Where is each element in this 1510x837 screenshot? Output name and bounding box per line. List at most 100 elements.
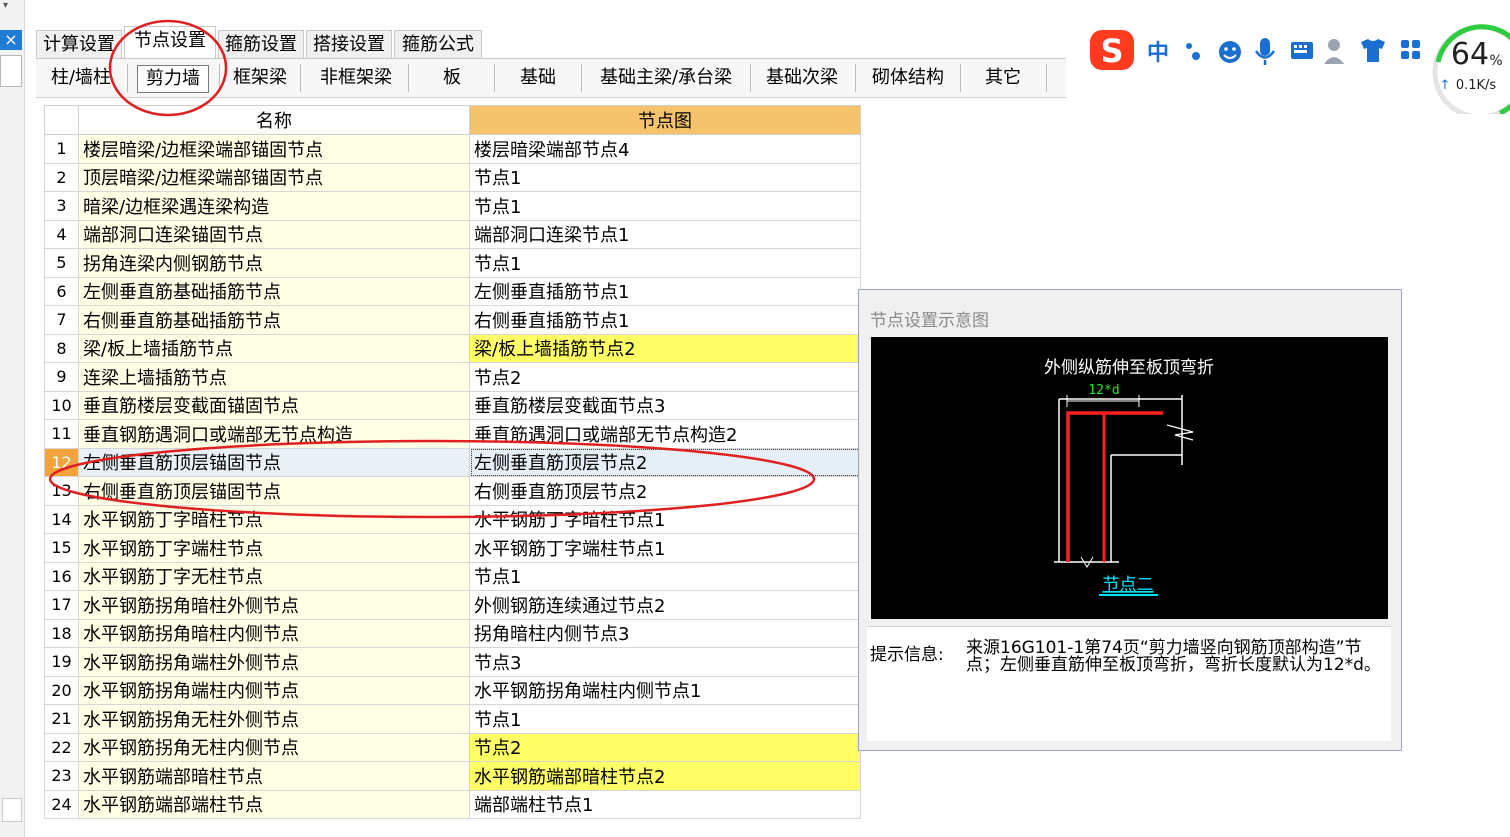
row-node-cell[interactable]: 节点1 [469,248,861,278]
skin-icon[interactable] [1361,39,1385,62]
subtab-non-frame-beam[interactable]: 非框架梁 [310,62,402,94]
subtab-other[interactable]: 其它 [968,62,1038,94]
table-row[interactable]: 11 垂直钢筋遇洞口或端部无节点构造 垂直筋遇洞口或端部无节点构造2 [44,419,861,449]
emoji-icon[interactable] [1219,41,1241,63]
tab-stirrup-settings[interactable]: 箍筋设置 [218,30,304,58]
table-row[interactable]: 3 暗梁/边框梁遇连梁构造 节点1 [44,191,861,221]
network-speed-widget[interactable]: 64 % ↑ 0.1K/s [1430,12,1510,120]
row-node-cell[interactable]: 节点3 [469,647,861,677]
table-row[interactable]: 6 左侧垂直筋基础插筋节点 左侧垂直插筋节点1 [44,276,861,306]
row-node-cell[interactable]: 节点2 [469,362,861,392]
tab-calc-settings[interactable]: 计算设置 [36,30,122,58]
table-row[interactable]: 20 水平钢筋拐角端柱内侧节点 水平钢筋拐角端柱内侧节点1 [44,675,861,705]
keyboard-icon[interactable] [1291,42,1313,59]
separator [1046,64,1047,92]
table-row[interactable]: 23 水平钢筋端部暗柱节点 水平钢筋端部暗柱节点2 [44,761,861,791]
table-row[interactable]: 14 水平钢筋丁字暗柱节点 水平钢筋丁字暗柱节点1 [44,504,861,534]
row-node-cell[interactable]: 水平钢筋丁字暗柱节点1 [469,504,861,534]
row-node-cell[interactable]: 节点2 [469,732,861,762]
table-row[interactable]: 19 水平钢筋拐角端柱外侧节点 节点3 [44,647,861,677]
subtab-foundation-secondary-beam[interactable]: 基础次梁 [758,62,846,94]
dimension-label: 12*d [1088,383,1119,398]
subtab-foundation-main-beam[interactable]: 基础主梁/承台梁 [590,62,742,94]
row-node-cell[interactable]: 垂直筋遇洞口或端部无节点构造2 [469,419,861,449]
row-number: 2 [44,162,79,192]
table-row[interactable]: 4 端部洞口连梁锚固节点 端部洞口连梁节点1 [44,219,861,249]
row-name-cell: 水平钢筋拐角端柱内侧节点 [78,675,470,705]
node-label[interactable]: 节点二 [1103,575,1154,595]
table-row[interactable]: 1 楼层暗梁/边框梁端部锚固节点 楼层暗梁端部节点4 [44,134,861,164]
row-name-cell: 水平钢筋丁字端柱节点 [78,533,470,563]
row-node-cell[interactable]: 右侧垂直筋顶层节点2 [469,476,861,506]
ime-toolbar: S 中 [1088,28,1428,74]
row-node-cell[interactable]: 节点1 [469,561,861,591]
row-name-cell: 水平钢筋拐角暗柱内侧节点 [78,618,470,648]
left-strip [0,0,25,837]
table-row[interactable]: 8 梁/板上墙插筋节点 梁/板上墙插筋节点2 [44,333,861,363]
subtab-shear-wall[interactable]: 剪力墙 [137,65,209,93]
row-name-cell: 水平钢筋拐角暗柱外侧节点 [78,590,470,620]
toolbox-icon[interactable] [1401,40,1420,59]
table-row[interactable]: 15 水平钢筋丁字端柱节点 水平钢筋丁字端柱节点1 [44,533,861,563]
user-icon[interactable] [1324,39,1344,64]
microphone-icon[interactable] [1254,38,1276,65]
row-node-cell[interactable]: 左侧垂直筋顶层节点2 [469,447,861,477]
left-scrollbar[interactable] [2,798,22,822]
header-row-number [44,105,79,135]
row-node-cell[interactable]: 端部洞口连梁节点1 [469,219,861,249]
row-number: 18 [44,618,79,648]
table-row[interactable]: 5 拐角连梁内侧钢筋节点 节点1 [44,248,861,278]
subtab-masonry[interactable]: 砌体结构 [864,62,952,94]
row-node-cell[interactable]: 水平钢筋拐角端柱内侧节点1 [469,675,861,705]
table-row[interactable]: 17 水平钢筋拐角暗柱外侧节点 外侧钢筋连续通过节点2 [44,590,861,620]
hint-text: 来源16G101-1第74页“剪力墙竖向钢筋顶部构造”节点；左侧垂直筋伸至板顶弯… [966,638,1381,675]
row-node-cell[interactable]: 节点1 [469,191,861,221]
row-node-cell[interactable]: 右侧垂直插筋节点1 [469,305,861,335]
table-row[interactable]: 16 水平钢筋丁字无柱节点 节点1 [44,561,861,591]
sogou-logo-icon[interactable]: S [1090,30,1134,70]
close-button[interactable]: × [0,30,22,50]
row-node-cell[interactable]: 水平钢筋丁字端柱节点1 [469,533,861,563]
row-node-cell[interactable]: 节点1 [469,704,861,734]
row-node-cell[interactable]: 外侧钢筋连续通过节点2 [469,590,861,620]
subtab-foundation[interactable]: 基础 [504,62,572,94]
row-node-cell[interactable]: 水平钢筋端部暗柱节点2 [469,761,861,791]
row-name-cell: 右侧垂直筋基础插筋节点 [78,305,470,335]
table-row[interactable]: 9 连梁上墙插筋节点 节点2 [44,362,861,392]
row-node-cell[interactable]: 端部端柱节点1 [469,789,861,819]
hint-label: 提示信息: [870,645,944,665]
subtab-slab[interactable]: 板 [418,62,486,94]
row-node-cell[interactable]: 拐角暗柱内侧节点3 [469,618,861,648]
tab-stirrup-formula[interactable]: 箍筋公式 [394,30,482,58]
table-row[interactable]: 24 水平钢筋端部端柱节点 端部端柱节点1 [44,789,861,819]
row-name-cell: 水平钢筋拐角端柱外侧节点 [78,647,470,677]
row-node-cell[interactable]: 左侧垂直插筋节点1 [469,276,861,306]
table-row[interactable]: 13 右侧垂直筋顶层锚固节点 右侧垂直筋顶层节点2 [44,476,861,506]
row-name-cell: 水平钢筋拐角无柱内侧节点 [78,732,470,762]
tab-lap-settings[interactable]: 搭接设置 [306,30,392,58]
subtab-frame-beam[interactable]: 框架梁 [226,62,294,94]
header-node-diagram[interactable]: 节点图 [469,105,861,135]
row-number: 15 [44,533,79,563]
tab-node-settings[interactable]: 节点设置 [124,26,216,59]
svg-text:S: S [1100,32,1123,70]
dropdown-arrow-icon[interactable]: ▾ [3,0,8,11]
speed-rate: 0.1K/s [1456,78,1497,93]
table-row[interactable]: 18 水平钢筋拐角暗柱内侧节点 拐角暗柱内侧节点3 [44,618,861,648]
node-diagram-canvas: 外侧纵筋伸至板顶弯折 12*d 节点二 [871,337,1388,619]
table-row[interactable]: 21 水平钢筋拐角无柱外侧节点 节点1 [44,704,861,734]
row-node-cell[interactable]: 垂直筋楼层变截面节点3 [469,390,861,420]
subtab-column[interactable]: 柱/墙柱 [44,62,118,94]
row-node-cell[interactable]: 节点1 [469,162,861,192]
row-node-cell[interactable]: 楼层暗梁端部节点4 [469,134,861,164]
table-row[interactable]: 12 左侧垂直筋顶层锚固节点 左侧垂直筋顶层节点2 [44,447,861,477]
table-row[interactable]: 10 垂直筋楼层变截面锚固节点 垂直筋楼层变截面节点3 [44,390,861,420]
table-row[interactable]: 2 顶层暗梁/边框梁端部锚固节点 节点1 [44,162,861,192]
header-name[interactable]: 名称 [78,105,470,135]
punctuation-icon[interactable] [1186,43,1200,60]
row-node-cell[interactable]: 梁/板上墙插筋节点2 [469,333,861,363]
table-row[interactable]: 7 右侧垂直筋基础插筋节点 右侧垂直插筋节点1 [44,305,861,335]
table-row[interactable]: 22 水平钢筋拐角无柱内侧节点 节点2 [44,732,861,762]
chinese-mode-icon[interactable]: 中 [1147,41,1169,66]
row-name-cell: 端部洞口连梁锚固节点 [78,219,470,249]
